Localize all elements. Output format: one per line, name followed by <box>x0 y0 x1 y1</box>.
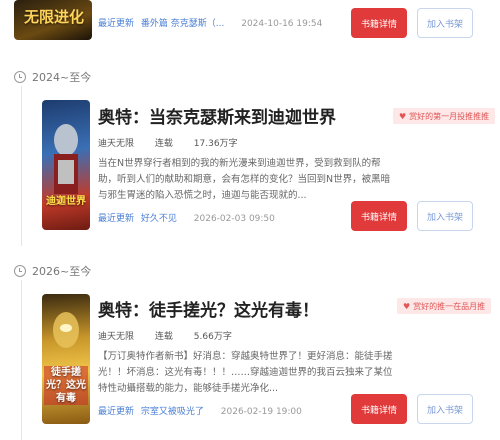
latest-update-line: 最近更新 好久不见 2026-02-03 09:50 <box>98 211 275 224</box>
recommend-badge: ♥ 赏好的推一在品月推 <box>397 298 492 314</box>
period-text: 2024~至今 <box>32 71 92 84</box>
update-time: 2026-02-19 19:00 <box>220 407 302 417</box>
book-detail-button[interactable]: 书籍详情 <box>351 8 407 38</box>
book-description: 当在N世界穿行者相到的我的新光漫来到迪迦世界，受到救到队的帮助，听到人们的献助和… <box>98 158 391 201</box>
latest-chapter-link[interactable]: 好久不见 <box>141 214 177 224</box>
book-status: 连载 <box>154 332 173 342</box>
timeline-period: 2024~至今 <box>14 69 91 85</box>
add-to-shelf-button[interactable]: 加入书架 <box>417 8 473 38</box>
author-name[interactable]: 迪天无限 <box>98 139 134 149</box>
latest-update-label: 最近更新 <box>98 19 135 29</box>
clock-icon <box>14 71 26 83</box>
badge-text: 赏好的推一在品月推 <box>413 301 486 311</box>
book-detail-button[interactable]: 书籍详情 <box>351 201 407 231</box>
book-cover[interactable]: 迪迦世界 <box>42 100 90 230</box>
heart-icon: ♥ <box>399 111 407 121</box>
update-time: 2026-02-03 09:50 <box>193 214 275 224</box>
cover-title-text: 徒手搓光？这光有毒 <box>44 366 88 405</box>
latest-chapter-link[interactable]: 番外篇 奈克瑟斯（... <box>141 19 224 29</box>
recommend-badge: ♥ 赏好的第一月投推推推 <box>393 108 496 124</box>
timeline-line <box>21 86 22 246</box>
timeline-period: 2026~至今 <box>14 263 91 279</box>
latest-update-line: 最近更新 宗室又被吸光了 2026-02-19 19:00 <box>98 404 302 417</box>
badge-text: 赏好的第一月投推推推 <box>409 111 490 121</box>
book-title[interactable]: 奥特：当奈克瑟斯来到迪迦世界 <box>98 103 336 128</box>
author-name[interactable]: 迪天无限 <box>98 332 134 342</box>
book-info-row: 迪天无限 连载 17.36万字 <box>98 136 256 149</box>
book-cover[interactable]: 无限进化 <box>14 0 92 40</box>
book-detail-button[interactable]: 书籍详情 <box>351 394 407 424</box>
add-to-shelf-button[interactable]: 加入书架 <box>417 201 473 231</box>
update-time: 2024-10-16 19:54 <box>241 19 323 29</box>
latest-update-label: 最近更新 <box>98 407 135 417</box>
latest-update-line: 最近更新 番外篇 奈克瑟斯（... 2024-10-16 19:54 <box>98 16 322 29</box>
cover-title-text: 无限进化 <box>24 8 85 26</box>
book-info-row: 迪天无限 连载 5.66万字 <box>98 329 250 342</box>
book-title[interactable]: 奥特：徒手搓光？这光有毒！ <box>98 296 319 321</box>
cover-title-text: 迪迦世界 <box>46 196 86 207</box>
timeline-line <box>21 280 22 440</box>
book-status: 连载 <box>154 139 173 149</box>
word-count: 5.66万字 <box>193 332 232 342</box>
word-count: 17.36万字 <box>193 139 238 149</box>
book-description: 【万订奥特作者新书】好消息：穿越奥特世界了！更好消息：能徒手搓光！！坏消息：这光… <box>98 351 393 394</box>
latest-update-label: 最近更新 <box>98 214 135 224</box>
add-to-shelf-button[interactable]: 加入书架 <box>417 394 473 424</box>
clock-icon <box>14 265 26 277</box>
latest-chapter-link[interactable]: 宗室又被吸光了 <box>141 407 204 417</box>
period-text: 2026~至今 <box>32 265 92 278</box>
cover-art <box>54 124 78 194</box>
heart-icon: ♥ <box>403 301 411 311</box>
book-cover[interactable]: 徒手搓光？这光有毒 <box>42 294 90 424</box>
